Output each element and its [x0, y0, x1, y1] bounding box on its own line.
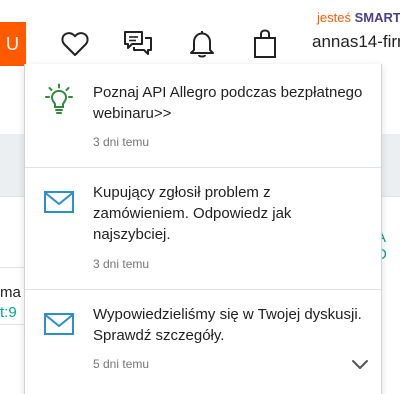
envelope-icon	[41, 306, 77, 342]
chevron-down-icon[interactable]	[350, 358, 370, 372]
notification-text: Poznaj API Allegro podczas bezpłatnego w…	[93, 84, 363, 122]
smart-status: jesteś SMART	[317, 10, 400, 25]
notification-time: 5 dni temu	[93, 357, 150, 371]
notification-time: 3 dni temu	[93, 135, 150, 149]
bell-icon[interactable]	[186, 28, 218, 60]
username-link[interactable]: annas14-firm	[312, 32, 400, 52]
smart-prefix: jesteś	[317, 10, 351, 25]
background-text: ma	[0, 284, 21, 301]
smart-badge: SMART	[354, 10, 400, 25]
notification-item[interactable]: Poznaj API Allegro podczas bezpłatnego w…	[25, 64, 381, 167]
notifications-dropdown: Poznaj API Allegro podczas bezpłatnego w…	[24, 64, 382, 394]
heart-icon[interactable]	[59, 28, 91, 60]
shopping-bag-icon[interactable]	[249, 28, 281, 60]
background-link[interactable]: t:9	[0, 304, 17, 321]
envelope-icon	[41, 184, 77, 220]
notification-text: Wypowiedzieliśmy się w Twojej dyskusji. …	[93, 306, 362, 344]
notification-time: 3 dni temu	[93, 257, 150, 271]
notification-item[interactable]: Wypowiedzieliśmy się w Twojej dyskusji. …	[25, 290, 381, 394]
search-button-partial[interactable]: U	[0, 22, 26, 66]
chat-icon[interactable]	[122, 28, 154, 60]
lightbulb-icon	[41, 82, 77, 118]
notification-item[interactable]: Kupujący zgłosił problem z zamówieniem. …	[25, 168, 381, 289]
notification-text: Kupujący zgłosił problem z zamówieniem. …	[93, 184, 292, 243]
